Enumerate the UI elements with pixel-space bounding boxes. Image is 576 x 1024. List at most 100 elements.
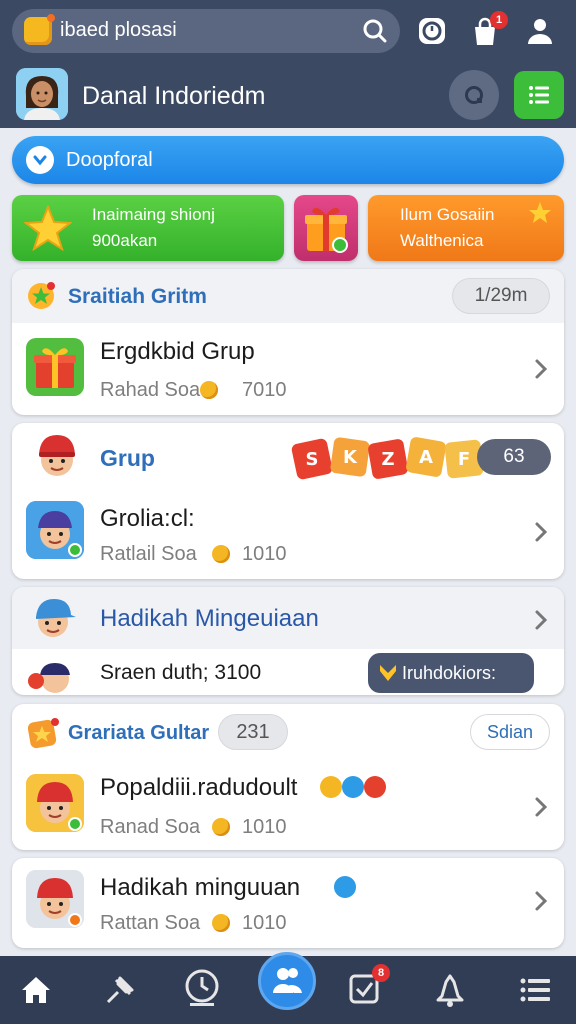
character-avatar-icon [36, 599, 76, 637]
star-badge-icon [28, 282, 55, 309]
coin-icon [212, 818, 230, 836]
chevron-right-icon [535, 891, 548, 911]
coin-icon [200, 381, 218, 399]
bonus-button[interactable]: Iruhdokiors: [368, 653, 534, 693]
section-title-1: Sraitiah Gritm [68, 285, 207, 308]
item-sub-left-1: Rahad Soa [100, 379, 201, 401]
clock-icon[interactable] [416, 15, 448, 47]
svg-text:S: S [306, 449, 319, 470]
svg-text:F: F [458, 449, 470, 470]
section-header-1: Sraitiah Gritm 1/29m [12, 269, 564, 323]
svg-text:A: A [419, 447, 433, 468]
promo-tile-orange[interactable]: Ilum Gosaiin Walthenica [368, 195, 564, 261]
section-card-5: Hadikah minguuan Rattan Soa 1010 [12, 858, 564, 948]
group-header[interactable]: Grup S K Z A F 63 [12, 423, 564, 491]
chevron-right-icon [535, 610, 548, 630]
character-avatar-icon [39, 435, 75, 476]
item-sub-value-2: 1010 [242, 543, 287, 565]
announcement-icon [26, 146, 54, 174]
tasks-button[interactable]: 8 [348, 964, 390, 1008]
section-card-2: Grup S K Z A F 63 Grolia:cl: Ratlail Soa… [12, 423, 564, 579]
profile-name: Danal Indoriedm [82, 82, 266, 110]
character-thumb-icon [26, 501, 84, 559]
announcement-bar[interactable]: Doopforal [12, 136, 564, 184]
svg-text:Z: Z [381, 449, 394, 470]
avatar[interactable] [16, 68, 68, 120]
section-title-4: Grariata Gultar [68, 722, 210, 744]
menu-icon[interactable] [518, 972, 554, 1008]
shopping-bag-button[interactable]: 1 [470, 11, 508, 47]
bell-icon[interactable] [432, 972, 468, 1008]
section-card-1: Sraitiah Gritm 1/29m Ergdkbid Grup Rahad… [12, 269, 564, 415]
group-count-pill[interactable]: 63 [477, 439, 551, 475]
item-title-4: Popaldiii.radudoult [100, 774, 298, 801]
avatar-image [16, 68, 68, 120]
promo-green-line1: Inaimaing shionj [92, 205, 215, 224]
star-icon [24, 205, 72, 251]
section-title-2: Grup [100, 445, 155, 471]
item-title-2: Grolia:cl: [100, 505, 195, 532]
section-card-3: Hadikah Mingeuiaan Sraen duth; 3100 Iruh… [12, 587, 564, 695]
emoji-badge-icon [334, 876, 356, 898]
camera-button[interactable] [449, 70, 499, 120]
character-thumb-icon [26, 774, 84, 832]
camera-icon [465, 86, 483, 104]
profile-header: Danal Indoriedm [0, 62, 576, 128]
history-icon[interactable] [182, 968, 222, 1008]
list-item[interactable]: Grolia:cl: Ratlail Soa 1010 [12, 491, 564, 579]
svg-text:K: K [343, 447, 358, 468]
item-title-1: Ergdkbid Grup [100, 338, 255, 365]
user-icon[interactable] [524, 15, 556, 47]
item-sub-value-4: 1010 [242, 816, 287, 838]
search-bar[interactable]: ibaed plosasi [12, 9, 400, 53]
weekly-reward-header[interactable]: Hadikah Mingeuiaan [12, 587, 564, 649]
count-pill[interactable]: 231 [218, 714, 288, 750]
bonus-button-label: Iruhdokiors: [402, 663, 497, 683]
promo-orange-line2: Walthenica [400, 231, 484, 250]
chevron-right-icon [535, 359, 548, 379]
item-sub-left-5: Rattan Soa [100, 912, 201, 934]
section3-sub-text: Sraen duth; 3100 [100, 661, 262, 684]
gift-icon [305, 207, 348, 253]
item-sub-value-1: 7010 [242, 379, 287, 401]
gift-thumb-icon [26, 338, 84, 396]
promo-green-line2: 900akan [92, 231, 158, 250]
home-icon[interactable] [18, 972, 54, 1008]
promo-orange-line1: Ilum Gosaiin [400, 205, 495, 224]
section-pill-1[interactable]: 1/29m [452, 278, 550, 314]
group-icon [273, 968, 302, 993]
list-menu-button[interactable] [514, 71, 564, 119]
small-star-icon [529, 202, 551, 223]
coin-icon [212, 914, 230, 932]
item-sub-left-2: Ratlail Soa [100, 543, 197, 565]
bottom-navigation: 8 [0, 952, 576, 1024]
section-card-4: Grariata Gultar 231 Sdian Popaldiii.radu… [12, 704, 564, 850]
pin-icon[interactable] [102, 972, 138, 1008]
trophy-icon [380, 665, 396, 681]
tasks-badge: 8 [372, 964, 390, 982]
item-sub-value-5: 1010 [242, 912, 287, 934]
section-header-4: Grariata Gultar 231 Sdian [12, 704, 564, 762]
app-icon [24, 14, 55, 45]
item-title-5: Hadikah minguuan [100, 874, 301, 901]
emoji-badges-icon [320, 776, 386, 798]
top-bar: ibaed plosasi 1 [0, 0, 576, 62]
star-badge-icon [27, 718, 59, 749]
promo-tile-green[interactable]: Inaimaing shionj 900akan [12, 195, 284, 261]
list-item[interactable]: Popaldiii.radudoult Ranad Soa 1010 [12, 762, 564, 850]
character-group-icon [28, 663, 70, 693]
see-all-pill[interactable]: Sdian [470, 714, 550, 750]
list-item[interactable]: Ergdkbid Grup Rahad Soa 7010 [12, 323, 564, 415]
search-icon[interactable] [362, 18, 388, 44]
chevron-right-icon [535, 797, 548, 817]
character-thumb-icon [26, 870, 84, 928]
friends-tab-button[interactable] [258, 952, 316, 1010]
item-sub-left-4: Ranad Soa [100, 816, 201, 838]
announcement-text: Doopforal [66, 149, 153, 171]
search-text: ibaed plosasi [60, 19, 177, 41]
list-item[interactable]: Hadikah minguuan Rattan Soa 1010 [12, 858, 564, 948]
cart-badge: 1 [490, 11, 508, 29]
section-title-3: Hadikah Mingeuiaan [100, 605, 319, 632]
promo-tile-gift[interactable] [294, 195, 358, 261]
list-icon [529, 86, 549, 104]
